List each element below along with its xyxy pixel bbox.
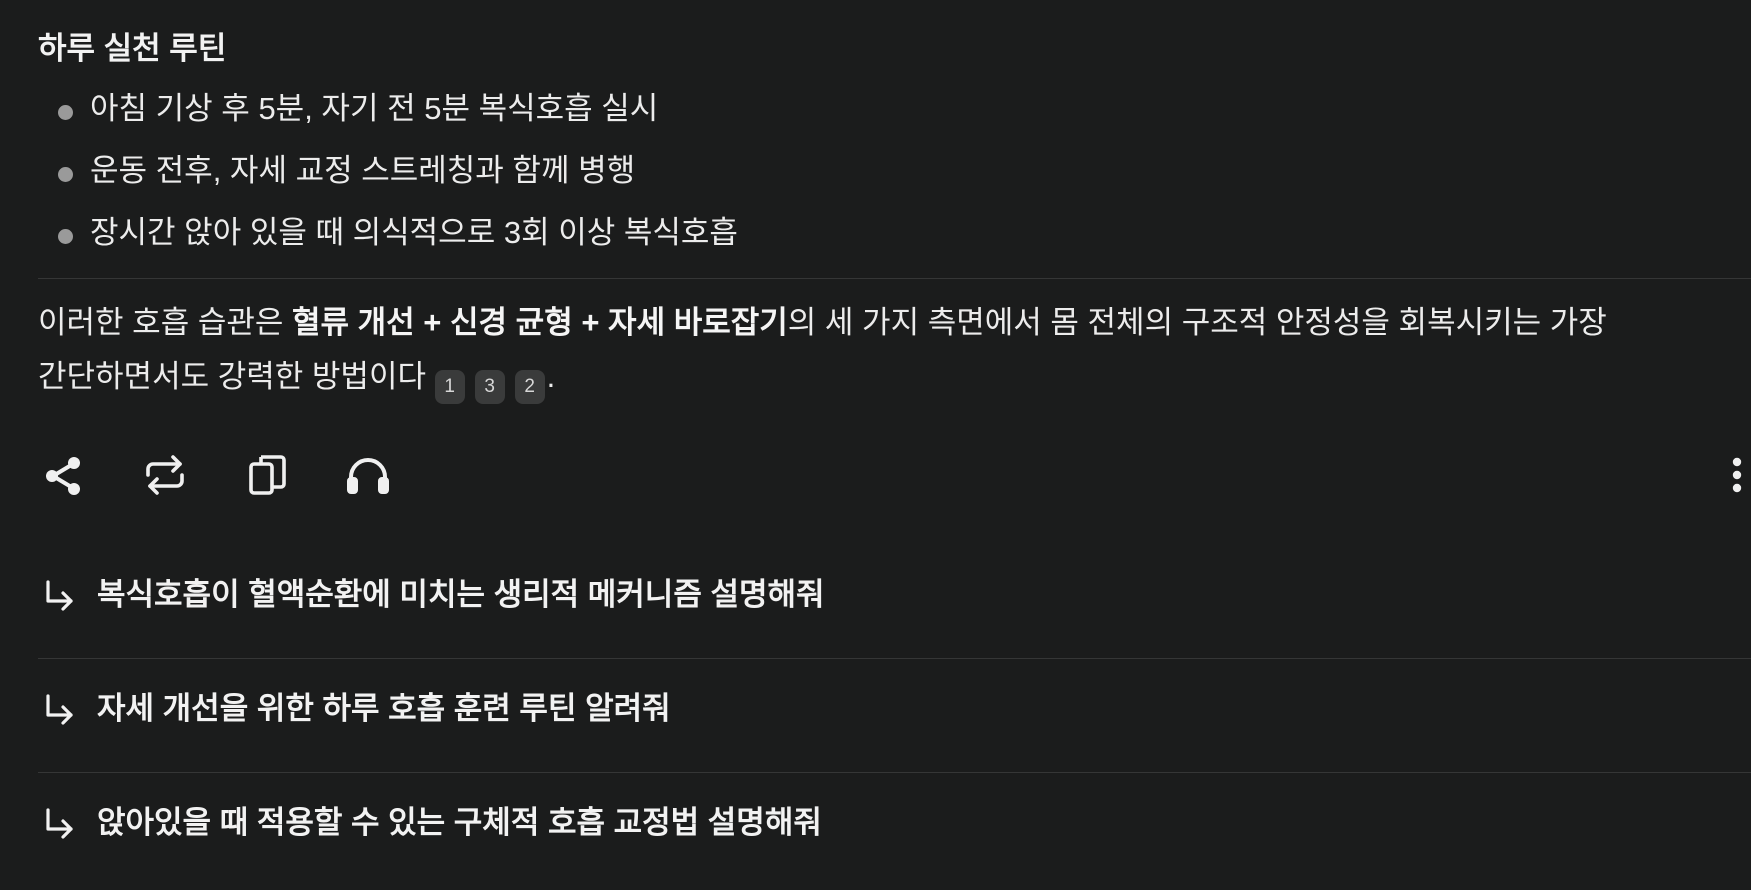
return-arrow-icon (46, 580, 73, 611)
regenerate-button[interactable] (135, 445, 195, 505)
citation-badge[interactable]: 3 (474, 370, 505, 404)
related-question-text: 복식호흡이 혈액순환에 미치는 생리적 메커니즘 설명해줘 (97, 577, 825, 612)
related-question-item[interactable]: 자세 개선을 위한 하루 호흡 훈련 루틴 알려줘 (38, 659, 1751, 773)
list-item: 장시간 앉아 있을 때 의식적으로 3회 이상 복식호흡 (38, 211, 738, 273)
paragraph-bold-text: 혈류 개선 + 신경 균형 + 자세 바로잡기 (292, 305, 788, 340)
section-title: 하루 실천 루틴 (38, 31, 227, 66)
return-arrow-icon (46, 694, 73, 725)
regenerate-icon (146, 455, 184, 495)
routine-list: 아침 기상 후 5분, 자기 전 5분 복식호흡 실시 운동 전후, 자세 교정… (38, 87, 738, 273)
paragraph-text: . (546, 359, 556, 394)
return-arrow-icon (46, 808, 73, 839)
paragraph-text: 간단하면서도 강력한 방법이다 (38, 359, 435, 394)
related-questions: 복식호흡이 혈액순환에 미치는 생리적 메커니즘 설명해줘 자세 개선을 위한 … (38, 545, 1751, 887)
message-actions (38, 445, 1751, 505)
list-item-text: 장시간 앉아 있을 때 의식적으로 3회 이상 복식호흡 (90, 215, 738, 250)
more-options-button[interactable] (1723, 445, 1751, 505)
list-item-text: 아침 기상 후 5분, 자기 전 5분 복식호흡 실시 (90, 91, 659, 126)
summary-paragraph: 이러한 호흡 습관은 혈류 개선 + 신경 균형 + 자세 바로잡기의 세 가지… (38, 296, 1728, 404)
section-divider (38, 278, 1751, 279)
list-item-text: 운동 전후, 자세 교정 스트레칭과 함께 병행 (90, 153, 636, 188)
listen-button[interactable] (338, 445, 398, 505)
share-icon (46, 457, 80, 495)
paragraph-text: 의 세 가지 측면에서 몸 전체의 구조적 안정성을 회복시키는 가장 (787, 305, 1607, 340)
related-question-text: 자세 개선을 위한 하루 호흡 훈련 루틴 알려줘 (97, 691, 671, 726)
citation-badge[interactable]: 1 (434, 370, 465, 404)
citation-badge[interactable]: 2 (514, 370, 545, 404)
copy-button[interactable] (237, 445, 297, 505)
list-item: 운동 전후, 자세 교정 스트레칭과 함께 병행 (38, 149, 738, 211)
share-button[interactable] (33, 445, 93, 505)
paragraph-text: 이러한 호흡 습관은 (38, 305, 292, 340)
bullet-dot-icon (58, 229, 73, 244)
more-vertical-icon (1732, 457, 1742, 493)
paragraph-line-1: 이러한 호흡 습관은 혈류 개선 + 신경 균형 + 자세 바로잡기의 세 가지… (38, 296, 1728, 350)
headphones-icon (347, 458, 389, 494)
bullet-dot-icon (58, 167, 73, 182)
related-question-item[interactable]: 앉아있을 때 적용할 수 있는 구체적 호흡 교정법 설명해줘 (38, 773, 1751, 887)
related-question-item[interactable]: 복식호흡이 혈액순환에 미치는 생리적 메커니즘 설명해줘 (38, 545, 1751, 659)
list-item: 아침 기상 후 5분, 자기 전 5분 복식호흡 실시 (38, 87, 738, 149)
paragraph-line-2: 간단하면서도 강력한 방법이다 132. (38, 350, 1728, 404)
related-question-text: 앉아있을 때 적용할 수 있는 구체적 호흡 교정법 설명해줘 (97, 805, 822, 840)
bullet-dot-icon (58, 105, 73, 120)
copy-icon (249, 455, 286, 495)
